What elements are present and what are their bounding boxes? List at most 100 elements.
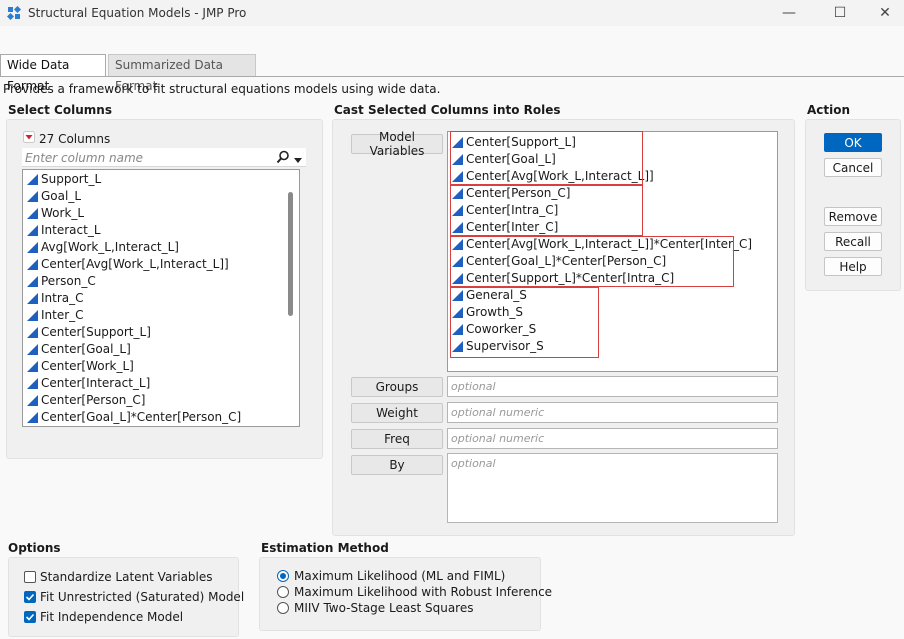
continuous-triangle-icon	[27, 395, 38, 406]
list-item[interactable]: Center[Work_L]	[23, 358, 285, 375]
checkbox-unchecked-icon	[24, 571, 36, 583]
standardize-latent-variables-checkbox[interactable]: Standardize Latent Variables	[24, 567, 244, 587]
continuous-triangle-icon	[27, 174, 38, 185]
weight-button[interactable]: Weight	[351, 403, 443, 423]
continuous-triangle-icon	[27, 208, 38, 219]
estimation-method-title: Estimation Method	[261, 541, 389, 555]
list-item-label: Support_L	[41, 172, 102, 186]
column-list[interactable]: Support_L Goal_L Work_L Interact_L Avg[W…	[22, 169, 300, 427]
continuous-triangle-icon	[27, 378, 38, 389]
option-label: MIIV Two-Stage Least Squares	[294, 601, 474, 615]
checkbox-checked-icon	[24, 591, 36, 603]
window-title: Structural Equation Models - JMP Pro	[28, 6, 247, 20]
red-triangle-menu-icon[interactable]	[23, 131, 35, 143]
weight-field[interactable]: optional numeric	[447, 402, 778, 423]
option-label: Standardize Latent Variables	[40, 570, 213, 584]
column-search-bar	[22, 148, 306, 167]
continuous-triangle-icon	[27, 310, 38, 321]
list-item-label: Avg[Work_L,Interact_L]	[41, 240, 179, 254]
cancel-button[interactable]: Cancel	[824, 158, 882, 177]
continuous-triangle-icon	[27, 412, 38, 423]
list-item[interactable]: Center[Avg[Work_L,Interact_L]]	[23, 256, 285, 273]
groups-button[interactable]: Groups	[351, 377, 443, 397]
list-item-label: Center[Goal_L]	[41, 342, 131, 356]
by-button[interactable]: By	[351, 455, 443, 475]
continuous-triangle-icon	[27, 293, 38, 304]
column-count-label: 27 Columns	[39, 132, 111, 146]
list-item[interactable]: Center[Goal_L]*Center[Person_C]	[23, 409, 285, 426]
minimize-button[interactable]: —	[766, 0, 812, 26]
freq-button[interactable]: Freq	[351, 429, 443, 449]
maximize-button[interactable]: ☐	[817, 0, 863, 26]
continuous-triangle-icon	[27, 276, 38, 287]
continuous-triangle-icon	[27, 361, 38, 372]
freq-field[interactable]: optional numeric	[447, 428, 778, 449]
app-icon	[6, 5, 22, 21]
fit-unrestricted-model-checkbox[interactable]: Fit Unrestricted (Saturated) Model	[24, 587, 244, 607]
fit-independence-model-checkbox[interactable]: Fit Independence Model	[24, 607, 244, 627]
column-list-scrollbar[interactable]	[288, 192, 293, 316]
tab-wide-data-format[interactable]: Wide Data Format	[0, 54, 106, 93]
continuous-triangle-icon	[27, 327, 38, 338]
continuous-triangle-icon	[27, 259, 38, 270]
list-item[interactable]: Person_C	[23, 273, 285, 290]
list-item[interactable]: Center[Person_C]	[23, 392, 285, 409]
ok-button[interactable]: OK	[824, 133, 882, 152]
list-item-label: Goal_L	[41, 189, 82, 203]
list-item[interactable]: Center[Support_L]	[23, 324, 285, 341]
close-button[interactable]: ✕	[862, 0, 904, 26]
list-item-label: Inter_C	[41, 308, 84, 322]
search-icon[interactable]	[276, 150, 290, 164]
ml-robust-radio[interactable]: Maximum Likelihood with Robust Inference	[277, 584, 552, 600]
list-item-label: Center[Goal_L]*Center[Person_C]	[41, 410, 242, 424]
groups-field[interactable]: optional	[447, 376, 778, 397]
option-label: Maximum Likelihood with Robust Inference	[294, 585, 553, 599]
list-item[interactable]: Inter_C	[23, 307, 285, 324]
list-item[interactable]: Goal_L	[23, 188, 285, 205]
list-item-label: Center[Avg[Work_L,Interact_L]]	[41, 257, 229, 271]
help-button[interactable]: Help	[824, 257, 882, 276]
option-label: Fit Independence Model	[40, 610, 184, 624]
tab-divider	[0, 76, 904, 77]
list-item-label: Interact_L	[41, 223, 101, 237]
select-columns-title: Select Columns	[8, 103, 112, 117]
list-item[interactable]: Avg[Work_L,Interact_L]	[23, 239, 285, 256]
list-item[interactable]: Center[Goal_L]	[23, 341, 285, 358]
option-label: Maximum Likelihood (ML and FIML)	[294, 569, 506, 583]
options-title: Options	[8, 541, 61, 555]
recall-button[interactable]: Recall	[824, 232, 882, 251]
column-search-input[interactable]	[22, 149, 272, 166]
option-label: Fit Unrestricted (Saturated) Model	[40, 590, 245, 604]
list-item[interactable]: Work_L	[23, 205, 285, 222]
list-item-label: Person_C	[41, 274, 96, 288]
action-title: Action	[807, 103, 851, 117]
tab-summarized-data-format[interactable]: Summarized Data Format	[108, 54, 256, 93]
dialog-description: Provides a framework to fit structural e…	[3, 82, 441, 96]
list-item-label: Center[Person_C]	[41, 393, 146, 407]
list-item[interactable]: Interact_L	[23, 222, 285, 239]
ml-fiml-radio[interactable]: Maximum Likelihood (ML and FIML)	[277, 568, 552, 584]
list-item-label: Work_L	[41, 206, 85, 220]
list-item[interactable]: Intra_C	[23, 290, 285, 307]
continuous-triangle-icon	[27, 242, 38, 253]
checkbox-checked-icon	[24, 611, 36, 623]
list-item-label: Center[Interact_L]	[41, 376, 151, 390]
column-list-items: Support_L Goal_L Work_L Interact_L Avg[W…	[23, 171, 285, 426]
remove-button[interactable]: Remove	[824, 207, 882, 226]
continuous-triangle-icon	[27, 344, 38, 355]
list-item-label: Intra_C	[41, 291, 84, 305]
continuous-triangle-icon	[27, 225, 38, 236]
by-field[interactable]: optional	[447, 453, 778, 523]
options-list: Standardize Latent Variables Fit Unrestr…	[24, 567, 244, 627]
radio-unselected-icon	[277, 586, 289, 598]
list-item[interactable]: Center[Interact_L]	[23, 375, 285, 392]
miiv-2sls-radio[interactable]: MIIV Two-Stage Least Squares	[277, 600, 552, 616]
variable-group-highlight	[450, 185, 643, 236]
list-item-label: Center[Work_L]	[41, 359, 134, 373]
continuous-triangle-icon	[27, 191, 38, 202]
model-variables-button[interactable]: Model Variables	[351, 130, 443, 158]
list-item[interactable]: Support_L	[23, 171, 285, 188]
variable-group-highlight	[450, 131, 643, 185]
chevron-down-icon[interactable]	[293, 153, 303, 163]
estimation-method-list: Maximum Likelihood (ML and FIML) Maximum…	[277, 568, 552, 616]
